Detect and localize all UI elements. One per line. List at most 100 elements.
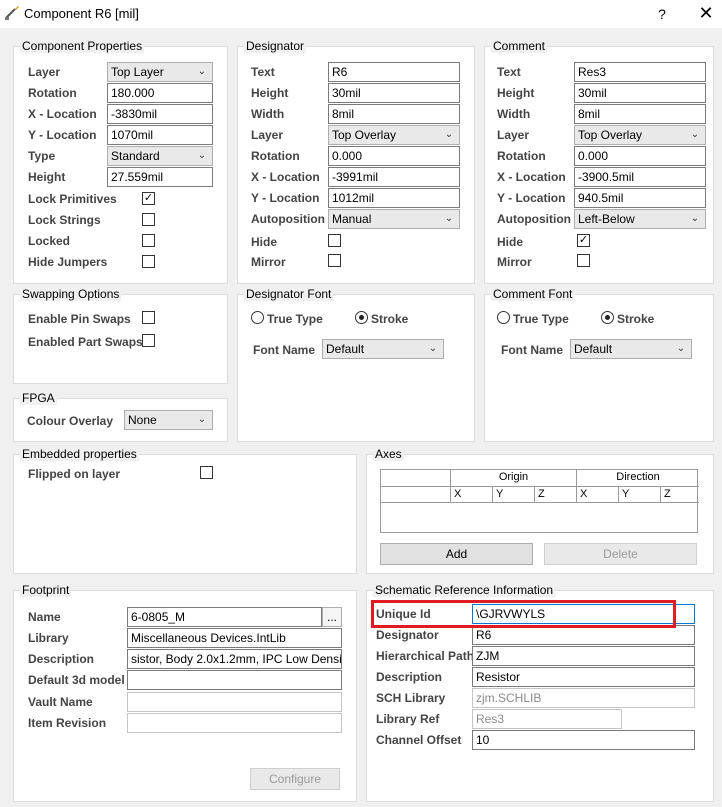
chevron-down-icon: ⌄ xyxy=(197,150,207,161)
channel-offset-label: Channel Offset xyxy=(376,733,462,747)
lock-primitives-checkbox[interactable]: ✓ xyxy=(142,192,155,205)
comment-mirror-checkbox[interactable] xyxy=(577,254,590,267)
comment-height-input[interactable]: 30mil xyxy=(574,83,706,103)
group-title: Footprint xyxy=(20,583,72,597)
stroke-label: Stroke xyxy=(617,312,655,326)
footprint-library-input[interactable]: Miscellaneous Devices.IntLib xyxy=(127,628,342,648)
designator-font-name-select[interactable]: Default ⌄ xyxy=(322,339,444,359)
flipped-on-layer-checkbox[interactable] xyxy=(200,466,213,479)
comment-group: Comment Text Res3 Height 30mil Width 8mi… xyxy=(484,39,714,284)
checkmark-icon: ✓ xyxy=(143,192,154,204)
designator-rotation-input[interactable]: 0.000 xyxy=(328,146,460,166)
x-location-label: X - Location xyxy=(28,107,97,121)
truetype-label: True Type xyxy=(513,312,569,326)
mirror-label: Mirror xyxy=(497,255,532,269)
chevron-down-icon: ⌄ xyxy=(428,343,438,354)
delete-axis-button[interactable]: Delete xyxy=(544,543,697,565)
flipped-on-layer-label: Flipped on layer xyxy=(28,467,121,481)
comment-y-location-input[interactable]: 940.5mil xyxy=(574,188,706,208)
layer-select[interactable]: Top Layer ⌄ xyxy=(107,62,213,82)
comment-hide-checkbox[interactable]: ✓ xyxy=(577,234,590,247)
origin-header: Origin xyxy=(451,470,577,487)
swapping-options-group: Swapping Options Enable Pin Swaps Enable… xyxy=(13,287,228,384)
comment-autoposition-select[interactable]: Left-Below ⌄ xyxy=(574,209,706,229)
comment-truetype-radio[interactable] xyxy=(497,311,510,324)
component-properties-group: Component Properties Layer Top Layer ⌄ R… xyxy=(13,39,228,284)
channel-offset-input[interactable]: 10 xyxy=(472,730,695,750)
y-location-label: Y - Location xyxy=(497,191,566,205)
autoposition-value: Left-Below xyxy=(578,212,635,226)
title-bar: Component R6 [mil] ? ✕ xyxy=(0,0,722,28)
designator-height-input[interactable]: 30mil xyxy=(328,83,460,103)
text-label: Text xyxy=(251,65,275,79)
footprint-name-input[interactable]: 6-0805_M xyxy=(127,607,322,627)
browse-footprint-button[interactable]: ... xyxy=(322,607,342,627)
hide-label: Hide xyxy=(251,235,278,249)
default-3d-model-input[interactable] xyxy=(127,670,342,690)
layer-label: Layer xyxy=(251,128,284,142)
comment-stroke-radio[interactable] xyxy=(601,311,614,324)
vault-name-input[interactable] xyxy=(127,692,342,712)
sch-library-label: SCH Library xyxy=(376,691,446,705)
comment-font-name-select[interactable]: Default ⌄ xyxy=(570,339,692,359)
direction-z-header: Z xyxy=(661,487,699,503)
sch-description-input[interactable]: Resistor xyxy=(472,667,695,687)
dialog-client: Component Properties Layer Top Layer ⌄ R… xyxy=(0,28,722,807)
locked-checkbox[interactable] xyxy=(142,234,155,247)
designator-hide-checkbox[interactable] xyxy=(328,234,341,247)
designator-x-location-input[interactable]: -3991mil xyxy=(328,167,460,187)
height-input[interactable]: 27.559mil xyxy=(107,167,213,187)
font-name-value: Default xyxy=(574,342,613,356)
lock-strings-checkbox[interactable] xyxy=(142,213,155,226)
designator-y-location-input[interactable]: 1012mil xyxy=(328,188,460,208)
help-button[interactable]: ? xyxy=(652,4,672,24)
colour-overlay-select[interactable]: None ⌄ xyxy=(124,410,213,430)
designator-autoposition-select[interactable]: Manual ⌄ xyxy=(328,209,460,229)
enable-pin-swaps-checkbox[interactable] xyxy=(142,311,155,324)
sch-library-input[interactable]: zjm.SCHLIB xyxy=(472,688,695,708)
rotation-label: Rotation xyxy=(28,86,77,100)
designator-mirror-checkbox[interactable] xyxy=(328,254,341,267)
comment-x-location-input[interactable]: -3900.5mil xyxy=(574,167,706,187)
x-location-input[interactable]: -3830mil xyxy=(107,104,213,124)
lock-strings-label: Lock Strings xyxy=(28,213,101,227)
library-ref-input[interactable]: Res3 xyxy=(472,709,622,729)
enable-pin-swaps-label: Enable Pin Swaps xyxy=(28,312,131,326)
designator-text-input[interactable]: R6 xyxy=(328,62,460,82)
rotation-input[interactable]: 180.000 xyxy=(107,83,213,103)
chevron-down-icon: ⌄ xyxy=(690,213,700,224)
axes-corner-cell xyxy=(381,470,451,487)
height-label: Height xyxy=(251,86,289,100)
comment-text-input[interactable]: Res3 xyxy=(574,62,706,82)
footprint-description-input[interactable]: sistor, Body 2.0x1.2mm, IPC Low Density xyxy=(127,649,342,669)
group-title: Embedded properties xyxy=(20,447,139,461)
lock-primitives-label: Lock Primitives xyxy=(28,192,117,206)
type-select[interactable]: Standard ⌄ xyxy=(107,146,213,166)
comment-rotation-input[interactable]: 0.000 xyxy=(574,146,706,166)
font-name-label: Font Name xyxy=(501,343,564,357)
sch-designator-input[interactable]: R6 xyxy=(472,625,695,645)
axes-table[interactable]: Origin Direction X Y Z X Y Z xyxy=(380,469,699,533)
item-revision-input[interactable] xyxy=(127,713,342,733)
close-button[interactable]: ✕ xyxy=(694,2,718,24)
hide-jumpers-checkbox[interactable] xyxy=(142,255,155,268)
configure-button[interactable]: Configure xyxy=(250,768,340,790)
comment-layer-select[interactable]: Top Overlay ⌄ xyxy=(574,125,706,145)
add-axis-button[interactable]: Add xyxy=(380,543,533,565)
designator-font-group: Designator Font True Type Stroke Font Na… xyxy=(237,287,475,442)
designator-width-input[interactable]: 8mil xyxy=(328,104,460,124)
origin-z-header: Z xyxy=(535,487,577,503)
group-title: Axes xyxy=(373,447,404,461)
y-location-input[interactable]: 1070mil xyxy=(107,125,213,145)
enabled-part-swaps-checkbox[interactable] xyxy=(142,334,155,347)
width-label: Width xyxy=(251,107,285,121)
designator-truetype-radio[interactable] xyxy=(251,311,264,324)
pcb-component-icon xyxy=(5,6,19,20)
stroke-label: Stroke xyxy=(371,312,409,326)
hierarchical-path-input[interactable]: ZJM xyxy=(472,646,695,666)
comment-width-input[interactable]: 8mil xyxy=(574,104,706,124)
description-label: Description xyxy=(376,670,443,684)
footprint-group: Footprint Name 6-0805_M ... Library Misc… xyxy=(13,583,357,802)
designator-stroke-radio[interactable] xyxy=(355,311,368,324)
designator-layer-select[interactable]: Top Overlay ⌄ xyxy=(328,125,460,145)
